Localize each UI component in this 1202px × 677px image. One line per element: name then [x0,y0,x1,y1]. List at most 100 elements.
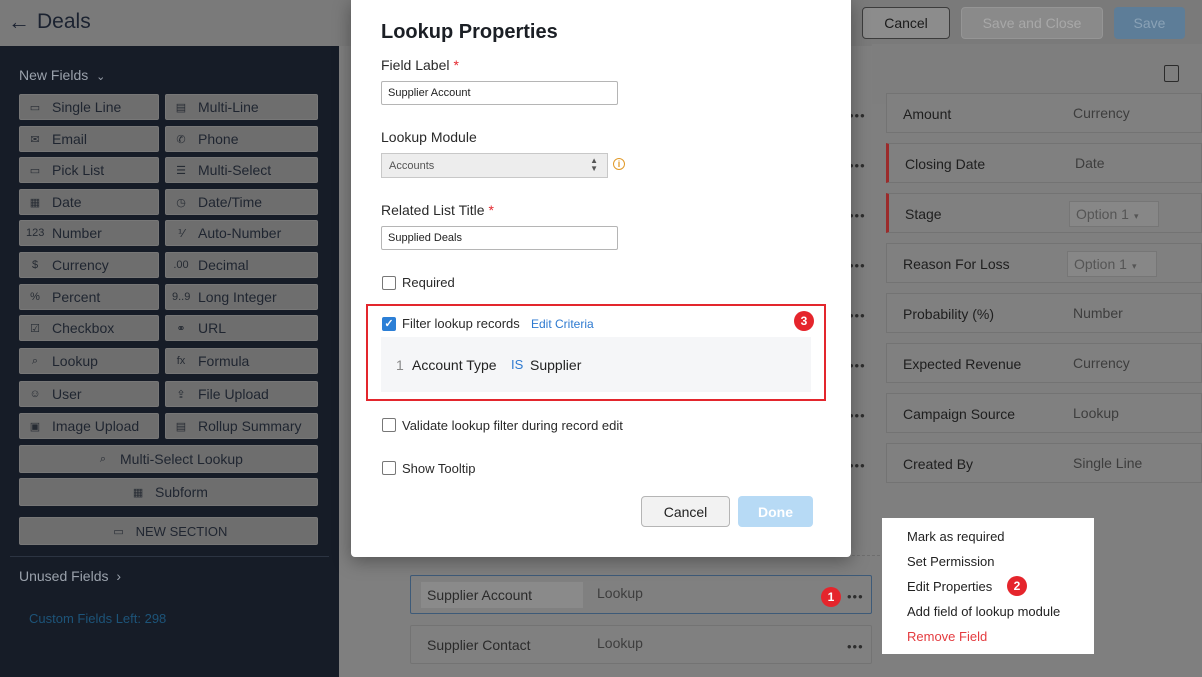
field-palette-sidebar: New Fields ⌄ ▭ Single Line ▤ Multi-Line ✉ Ema… [0,46,339,677]
save-and-close-button[interactable]: Save and Close [961,7,1103,39]
more-options-icon[interactable]: ••• [849,158,866,173]
more-options-icon[interactable]: ••• [849,208,866,223]
field-label-input[interactable]: Supplier Account [381,81,618,105]
required-asterisk: * [488,202,494,218]
menu-item-add-lookup-field[interactable]: Add field of lookup module [907,604,1060,619]
filter-lookup-label: Filter lookup records [402,316,520,331]
layout-field-row[interactable]: Stage Option 1 ▾ [886,193,1202,233]
new-fields-heading[interactable]: New Fields ⌄ [19,67,105,83]
new-section-button[interactable]: ▭ NEW SECTION [19,517,318,545]
step-badge-3: 3 [794,311,814,331]
more-options-icon[interactable]: ••• [849,408,866,423]
field-type-single-line[interactable]: ▭ Single Line [19,94,159,120]
criteria-field: Account Type [412,357,497,373]
field-context-menu: Mark as required Set Permission Edit Pro… [882,518,1094,654]
more-options-icon[interactable]: ••• [847,589,864,604]
field-type-date-time[interactable]: ◷ Date/Time [165,189,318,215]
chevron-down-icon: ▾ [1133,211,1139,221]
step-badge-1: 1 [821,587,841,607]
field-type: Single Line [1073,455,1143,471]
sidebar-divider [10,556,329,557]
field-type-long-integer[interactable]: 9..9 Long Integer [165,284,318,310]
layout-field-row[interactable]: Campaign Source Lookup [886,393,1202,433]
required-checkbox-label: Required [402,275,455,290]
decimal-icon: .00 [173,259,189,271]
field-type-file-upload[interactable]: ⇪ File Upload [165,381,318,407]
field-type-formula[interactable]: fx Formula [165,348,318,374]
menu-item-edit-properties[interactable]: Edit Properties [907,579,992,594]
required-checkbox[interactable] [382,276,396,290]
field-label: Expected Revenue [903,356,1022,372]
more-options-icon[interactable]: ••• [849,258,866,273]
field-type-multi-select[interactable]: ☰ Multi-Select [165,157,318,183]
subform-icon: ▦ [132,486,144,499]
copy-icon[interactable] [1164,65,1179,82]
layout-field-row[interactable]: Created By Single Line [886,443,1202,483]
chevron-right-icon: › [116,568,122,584]
edit-criteria-link[interactable]: Edit Criteria [531,317,594,331]
layout-field-row[interactable]: Reason For Loss Option 1 ▾ [886,243,1202,283]
layout-field-row[interactable]: Probability (%) Number [886,293,1202,333]
multi-select-lookup-button[interactable]: ⌕ Multi-Select Lookup [19,445,318,473]
field-picklist: Option 1 ▾ [1067,251,1157,277]
more-options-icon[interactable]: ••• [849,358,866,373]
field-type-multi-line[interactable]: ▤ Multi-Line [165,94,318,120]
dialog-cancel-button[interactable]: Cancel [641,496,730,527]
url-icon: ⚭ [176,322,186,335]
unused-fields-toggle[interactable]: Unused Fields › [19,568,121,584]
multi-select-lookup-icon: ⌕ [99,452,107,465]
field-type-auto-number[interactable]: ⅟ Auto-Number [165,220,318,246]
field-type: Currency [1073,355,1130,371]
show-tooltip-checkbox[interactable] [382,461,396,475]
field-type-lookup[interactable]: ⌕ Lookup [19,348,159,374]
field-type-currency[interactable]: $ Currency [19,252,159,278]
validate-lookup-checkbox[interactable] [382,418,396,432]
step-badge-2: 2 [1007,576,1027,596]
save-button[interactable]: Save [1114,7,1185,39]
menu-item-mark-required[interactable]: Mark as required [907,529,1005,544]
lookup-field-row[interactable]: Supplier Account Lookup ••• [410,575,872,614]
field-type: Lookup [597,635,643,651]
field-label-label: Field Label * [381,57,459,73]
auto-number-icon: ⅟ [177,227,185,240]
field-type-decimal[interactable]: .00 Decimal [165,252,318,278]
layout-field-row[interactable]: Expected Revenue Currency [886,343,1202,383]
lookup-field-row[interactable]: Supplier Contact Lookup ••• [410,625,872,664]
phone-icon: ✆ [176,133,186,146]
more-options-icon[interactable]: ••• [847,639,864,654]
field-type-image-upload[interactable]: ▣ Image Upload [19,413,159,439]
currency-icon: $ [31,259,39,271]
related-list-title-input[interactable]: Supplied Deals [381,226,618,250]
arrow-left-icon[interactable]: ← [8,9,30,35]
layout-field-row[interactable]: Amount Currency [886,93,1202,133]
more-options-icon[interactable]: ••• [849,308,866,323]
field-type-url[interactable]: ⚭ URL [165,315,318,341]
layout-field-row[interactable]: Closing Date Date [886,143,1202,183]
field-type-rollup-summary[interactable]: ▤ Rollup Summary [165,413,318,439]
file-upload-icon: ⇪ [176,388,186,401]
info-icon[interactable]: i [613,158,625,170]
field-label: Amount [903,106,952,122]
menu-item-remove-field[interactable]: Remove Field [907,629,987,644]
field-type-user[interactable]: ☺ User [19,381,159,407]
criteria-value: Supplier [530,357,582,373]
field-type-number[interactable]: 123 Number [19,220,159,246]
field-label: Supplier Account [421,582,583,608]
filter-lookup-checkbox[interactable]: ✓ [382,317,396,331]
email-icon: ✉ [30,133,40,146]
menu-item-set-permission[interactable]: Set Permission [907,554,994,569]
lookup-module-select[interactable]: Accounts ▲ ▼ [381,153,608,178]
field-type-phone[interactable]: ✆ Phone [165,126,318,152]
field-type-pick-list[interactable]: ▭ Pick List [19,157,159,183]
subform-button[interactable]: ▦ Subform [19,478,318,506]
cancel-button[interactable]: Cancel [862,7,950,39]
custom-fields-left: Custom Fields Left: 298 [29,611,167,626]
more-options-icon[interactable]: ••• [849,458,866,473]
more-options-icon[interactable]: ••• [849,108,866,123]
field-type-email[interactable]: ✉ Email [19,126,159,152]
field-type-date[interactable]: ▦ Date [19,189,159,215]
field-label: Supplier Contact [427,637,531,653]
field-type-checkbox[interactable]: ☑ Checkbox [19,315,159,341]
field-type-percent[interactable]: % Percent [19,284,159,310]
dialog-done-button[interactable]: Done [738,496,813,527]
